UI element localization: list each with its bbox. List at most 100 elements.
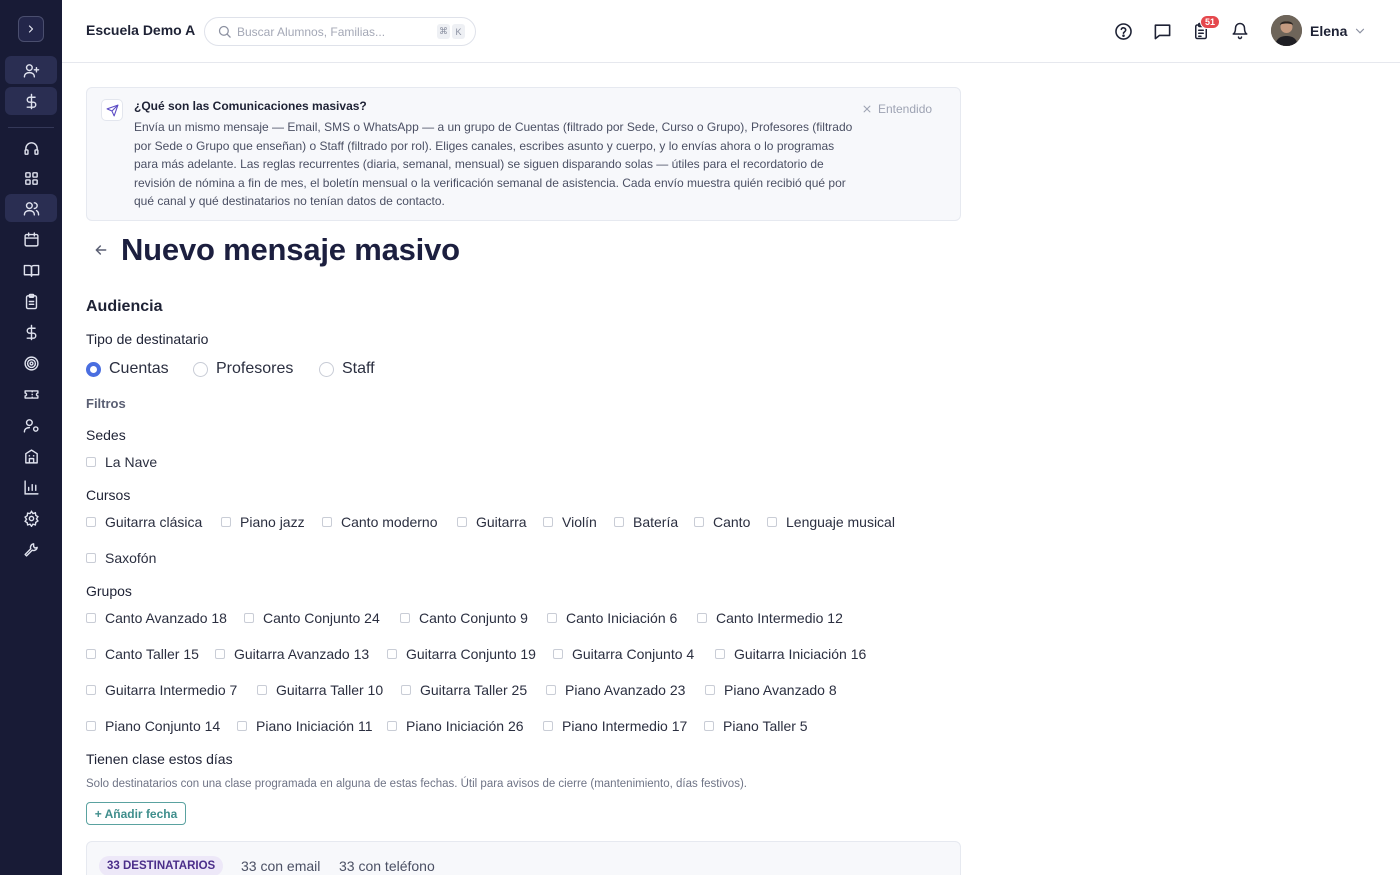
search-icon — [218, 25, 231, 38]
sidebar-item-support[interactable] — [5, 134, 57, 162]
arrow-left-icon — [95, 245, 107, 255]
checkbox-box — [697, 613, 707, 623]
wrench-icon — [23, 542, 38, 557]
sedes-label: Sedes — [86, 427, 126, 443]
user-photo-icon — [1271, 15, 1302, 46]
checkbox-label: Guitarra — [476, 514, 527, 530]
recipients-count-badge: 33 DESTINATARIOS — [99, 856, 224, 875]
checkbox-sede[interactable]: La Nave — [86, 454, 157, 470]
add-date-button[interactable]: + Añadir fecha — [86, 802, 186, 825]
notifications-button[interactable] — [1229, 20, 1251, 42]
sidebar-item-dashboard[interactable] — [5, 164, 57, 192]
checkbox-label: Guitarra Iniciación 16 — [734, 646, 867, 662]
checkbox-grupo[interactable]: Piano Intermedio 17 — [543, 718, 687, 734]
class-days-label: Tienen clase estos días — [86, 751, 233, 767]
sidebar-item-goals[interactable] — [5, 349, 57, 377]
checkbox-grupo[interactable]: Canto Conjunto 9 — [400, 610, 528, 626]
checkbox-grupo[interactable]: Canto Avanzado 18 — [86, 610, 227, 626]
checkbox-curso[interactable]: Violín — [543, 514, 597, 530]
checkbox-grupo[interactable]: Guitarra Conjunto 19 — [387, 646, 536, 662]
sidebar-item-calendar[interactable] — [5, 225, 57, 253]
checkbox-box — [704, 721, 714, 731]
checkbox-grupo[interactable]: Guitarra Avanzado 13 — [215, 646, 369, 662]
checkbox-box — [86, 721, 96, 731]
checkbox-grupo[interactable]: Canto Conjunto 24 — [244, 610, 380, 626]
back-button[interactable] — [91, 240, 111, 260]
checkbox-box — [553, 649, 563, 659]
checkbox-curso[interactable]: Piano jazz — [221, 514, 305, 530]
checkbox-curso[interactable]: Batería — [614, 514, 678, 530]
sidebar-item-tools[interactable] — [5, 535, 57, 563]
checkbox-label: La Nave — [105, 454, 158, 470]
sidebar-item-events[interactable] — [5, 380, 57, 408]
checkbox-grupo[interactable]: Piano Avanzado 23 — [546, 682, 685, 698]
checkbox-curso[interactable]: Lenguaje musical — [767, 514, 895, 530]
radio-staff[interactable]: Staff — [319, 360, 375, 378]
checkbox-label: Guitarra Conjunto 19 — [406, 646, 536, 662]
bell-icon — [1232, 22, 1248, 40]
checkbox-grupo[interactable]: Guitarra Taller 25 — [401, 682, 527, 698]
checkbox-grupo[interactable]: Guitarra Intermedio 7 — [86, 682, 237, 698]
checkbox-curso[interactable]: Guitarra — [457, 514, 527, 530]
checkbox-curso[interactable]: Saxofón — [86, 550, 156, 566]
checkbox-grupo[interactable]: Piano Iniciación 26 — [387, 718, 524, 734]
checkbox-label: Canto Conjunto 9 — [419, 610, 528, 626]
checkbox-label: Piano Iniciación 11 — [256, 718, 373, 734]
sidebar-item-people[interactable] — [5, 194, 57, 222]
page-title: Nuevo mensaje masivo — [121, 232, 460, 267]
checkbox-grupo[interactable]: Piano Iniciación 11 — [237, 718, 372, 734]
dollar-icon — [26, 93, 36, 109]
search-input[interactable] — [237, 23, 427, 41]
avatar[interactable] — [1271, 15, 1302, 46]
user-plus-icon — [23, 63, 39, 78]
dismiss-banner-button[interactable]: Entendido — [862, 102, 932, 116]
target-icon — [23, 355, 39, 371]
checkbox-box — [86, 517, 96, 527]
checkbox-grupo[interactable]: Canto Taller 15 — [86, 646, 199, 662]
school-name[interactable]: Escuela Demo A — [86, 22, 195, 38]
checkbox-label: Canto Taller 15 — [105, 646, 199, 662]
checkbox-grupo[interactable]: Piano Conjunto 14 — [86, 718, 220, 734]
checkbox-grupo[interactable]: Piano Avanzado 8 — [705, 682, 837, 698]
phone-count: 33 con teléfono — [339, 858, 435, 874]
sidebar-item-add-student[interactable] — [5, 56, 57, 84]
chevron-down-icon[interactable] — [1353, 24, 1367, 38]
user-name[interactable]: Elena — [1310, 23, 1347, 39]
checkbox-grupo[interactable]: Canto Iniciación 6 — [547, 610, 677, 626]
checkbox-grupo[interactable]: Guitarra Taller 10 — [257, 682, 383, 698]
radio-cuentas[interactable]: Cuentas — [86, 360, 169, 378]
checkbox-label: Canto Intermedio 12 — [716, 610, 843, 626]
radio-profesores[interactable]: Profesores — [193, 360, 293, 378]
sidebar-divider — [8, 127, 54, 128]
checkbox-grupo[interactable]: Piano Taller 5 — [704, 718, 808, 734]
checkbox-grupo[interactable]: Guitarra Conjunto 4 — [553, 646, 694, 662]
sidebar-item-courses[interactable] — [5, 256, 57, 284]
headset-icon — [23, 141, 39, 155]
checkbox-grupo[interactable]: Guitarra Iniciación 16 — [715, 646, 866, 662]
sidebar-item-locations[interactable] — [5, 442, 57, 470]
recipients-summary: 33 DESTINATARIOS 33 con email 33 con tel… — [86, 841, 961, 875]
help-button[interactable] — [1112, 20, 1134, 42]
global-search[interactable]: ⌘ K — [204, 17, 476, 46]
checkbox-box — [257, 685, 267, 695]
checkbox-box — [244, 613, 254, 623]
checkbox-curso[interactable]: Canto — [694, 514, 750, 530]
checkbox-label: Saxofón — [105, 550, 157, 566]
checkbox-label: Guitarra Intermedio 7 — [105, 682, 238, 698]
sidebar-item-billing[interactable] — [5, 318, 57, 346]
sidebar-item-payment[interactable] — [5, 87, 57, 115]
checkbox-box — [705, 685, 715, 695]
grupos-label: Grupos — [86, 583, 132, 599]
sidebar-item-attendance[interactable] — [5, 287, 57, 315]
checkbox-curso[interactable]: Canto moderno — [322, 514, 438, 530]
dismiss-label: Entendido — [878, 102, 933, 116]
sidebar-item-staff[interactable] — [5, 411, 57, 439]
email-count: 33 con email — [241, 858, 321, 874]
checkbox-curso[interactable]: Guitarra clásica — [86, 514, 202, 530]
sidebar-item-settings[interactable] — [5, 504, 57, 532]
sidebar-expand-button[interactable] — [18, 16, 44, 42]
checkbox-grupo[interactable]: Canto Intermedio 12 — [697, 610, 843, 626]
messages-button[interactable] — [1151, 20, 1173, 42]
send-icon — [101, 99, 123, 121]
sidebar-item-reports[interactable] — [5, 473, 57, 501]
